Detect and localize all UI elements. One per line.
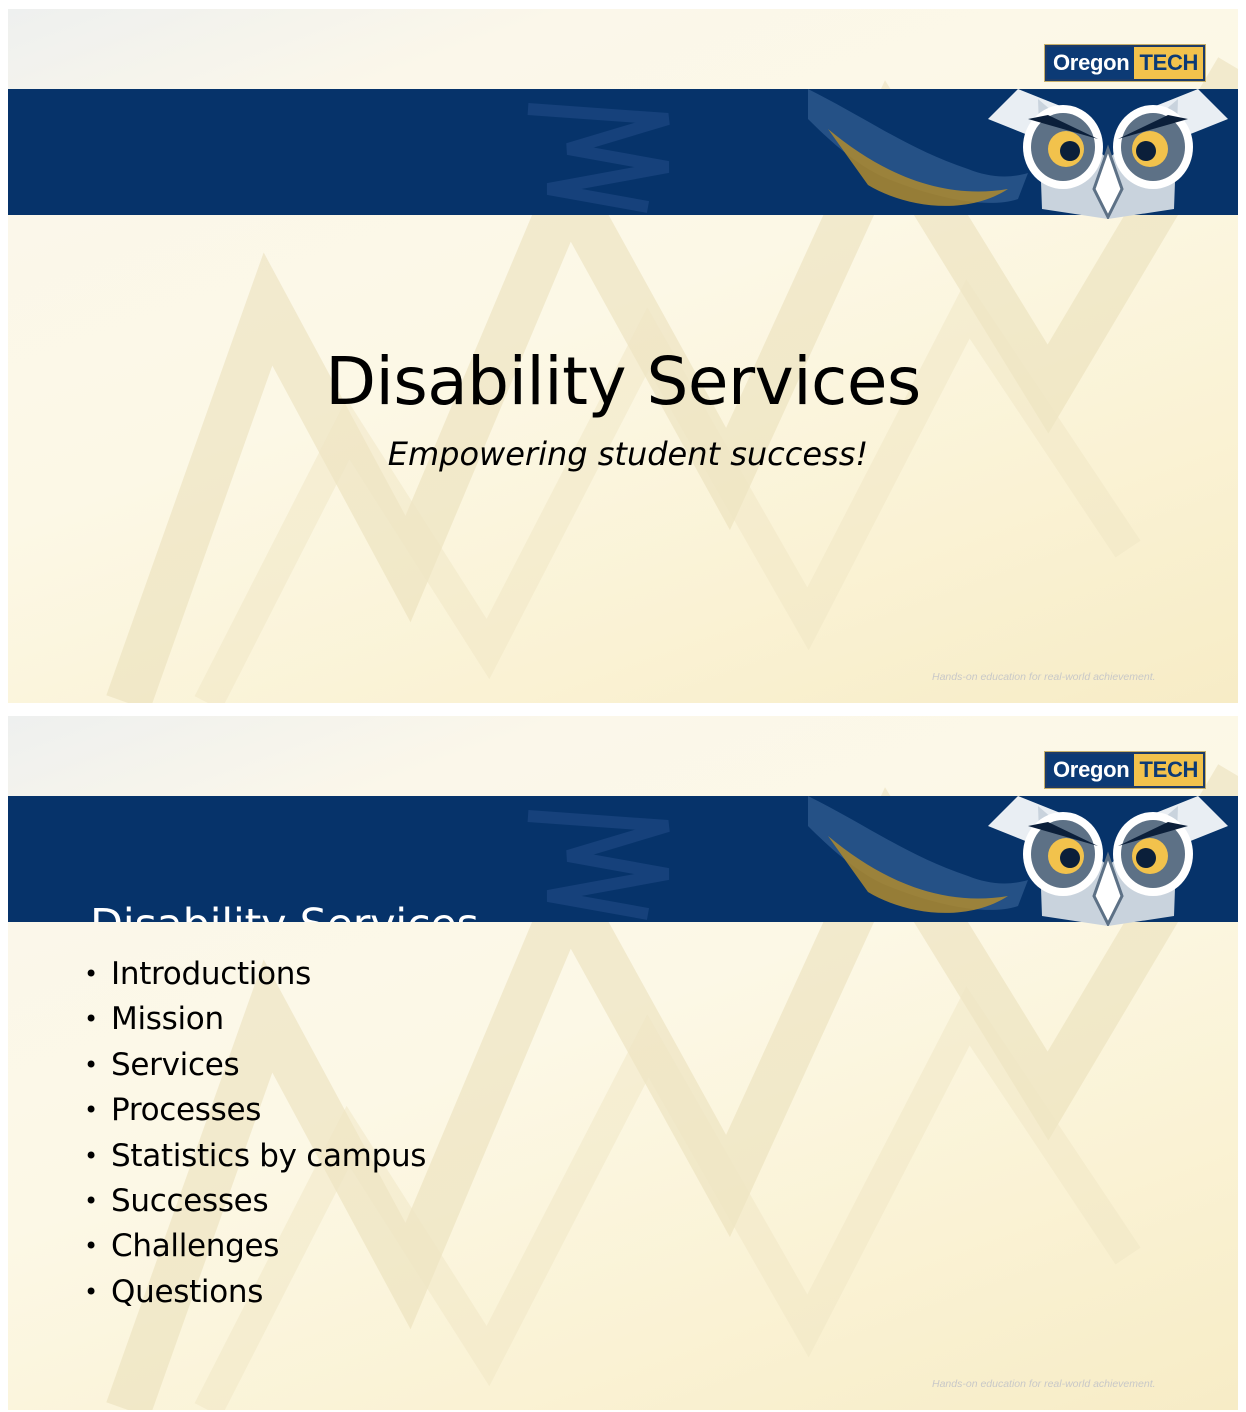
footer-tagline: Hands-on education for real-world achiev… — [932, 1378, 1156, 1390]
oregon-tech-logo: Oregon TECH — [1045, 45, 1206, 81]
bullet-icon: • — [84, 1096, 98, 1125]
title-slide: Oregon TECH Disability Services Empoweri… — [8, 9, 1238, 703]
list-item-label: Successes — [111, 1182, 269, 1219]
list-item: • Statistics by campus — [84, 1136, 426, 1181]
slide-subtitle: Empowering student success! — [387, 435, 869, 473]
list-item: • Processes — [84, 1090, 426, 1135]
owl-icon — [988, 89, 1228, 219]
list-item-label: Challenges — [111, 1228, 280, 1265]
logo-word-tech: TECH — [1134, 754, 1204, 786]
list-item: • Mission — [84, 999, 426, 1044]
oregon-tech-logo: Oregon TECH — [1045, 752, 1206, 788]
list-item-label: Introductions — [111, 956, 311, 992]
bullet-icon: • — [84, 1277, 98, 1306]
bullet-icon: • — [84, 1232, 98, 1261]
list-item-label: Processes — [111, 1092, 262, 1129]
slide-title: Disability Services — [90, 900, 479, 922]
bullet-icon: • — [84, 1186, 98, 1215]
bullet-icon: • — [84, 1050, 98, 1079]
list-item: • Challenges — [84, 1226, 426, 1271]
bullet-icon: • — [84, 1005, 98, 1034]
bullet-icon: • — [84, 960, 98, 988]
list-item: • Questions — [84, 1272, 426, 1317]
list-item-label: Questions — [111, 1273, 264, 1310]
list-item: • Introductions — [84, 954, 426, 999]
list-item-label: Services — [111, 1046, 240, 1083]
list-item-label: Statistics by campus — [111, 1137, 427, 1174]
list-item-label: Mission — [111, 1001, 224, 1038]
logo-word-oregon: Oregon — [1047, 754, 1135, 786]
list-item: • Successes — [84, 1181, 426, 1226]
owl-icon — [988, 796, 1228, 926]
slide-title: Disability Services — [325, 343, 921, 420]
agenda-slide: Disability Services Oregon TECH • Introdu… — [8, 716, 1238, 1410]
list-item: • Services — [84, 1045, 426, 1090]
logo-word-tech: TECH — [1134, 47, 1204, 79]
logo-word-oregon: Oregon — [1047, 47, 1135, 79]
footer-tagline: Hands-on education for real-world achiev… — [932, 671, 1156, 683]
agenda-list: • Introductions • Mission • Services • Proce… — [84, 954, 426, 1317]
bullet-icon: • — [84, 1141, 98, 1170]
